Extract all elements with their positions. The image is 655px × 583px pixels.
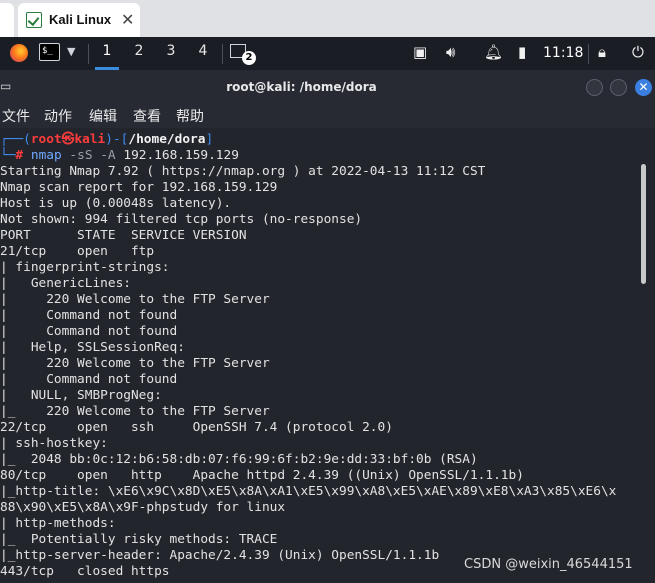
bell-icon[interactable]: 🔔︎: [484, 43, 503, 61]
prompt-user-host: root㉿kali: [30, 132, 106, 147]
network-icon[interactable]: ▣: [413, 43, 427, 61]
output-line: Starting Nmap 7.92 ( https://nmap.org ) …: [0, 164, 486, 179]
clock[interactable]: 11:18: [543, 45, 583, 61]
prompt-path: /home/dora: [128, 132, 206, 147]
output-line: 88\x90\xE5\x8A\x9F-phpstudy for linux: [0, 500, 286, 515]
browser-tab-strip: Kali Linux ✕: [0, 0, 655, 37]
chevron-down-icon[interactable]: ▼: [67, 45, 75, 58]
prompt-sep: )-[: [105, 132, 129, 147]
output-line: |_ 220 Welcome to the FTP Server: [0, 404, 270, 419]
previous-tab-edge[interactable]: [0, 3, 14, 37]
prompt-line-2: └─# nmap -sS -A 192.168.159.129: [0, 148, 239, 164]
vm-tab-icon: [26, 12, 42, 28]
output-line: 22/tcp open ssh OpenSSH 7.4 (protocol 2.…: [0, 420, 393, 435]
terminal-menu-bar: 文件 动作 编辑 查看 帮助: [0, 104, 655, 128]
output-line: Nmap scan report for 192.168.159.129: [0, 180, 278, 195]
terminal-scrollbar[interactable]: [641, 164, 646, 284]
prompt-corner: ┌──(: [0, 132, 31, 147]
power-icon[interactable]: ⏻: [632, 43, 644, 61]
lock-icon[interactable]: 🔒︎: [598, 43, 606, 61]
output-line: |_ 2048 bb:0c:12:b6:58:db:07:f6:99:6f:b2…: [0, 452, 478, 467]
prompt-close: ]: [205, 132, 214, 147]
top-panel: $_ ▼ 1 2 3 4 2 ▣ 🔊︎ 🔔︎ ▮ 11:18 🔒︎ ⏻: [0, 37, 655, 70]
task-count-badge: 2: [242, 51, 256, 65]
command-target: 192.168.159.129: [123, 148, 239, 163]
output-line: 80/tcp open http Apache httpd 2.4.39 ((U…: [0, 468, 524, 483]
workspace-3[interactable]: 3: [160, 43, 182, 59]
firefox-icon[interactable]: [10, 44, 28, 62]
workspace-2[interactable]: 2: [128, 43, 150, 59]
output-line: Not shown: 994 filtered tcp ports (no-re…: [0, 212, 363, 227]
battery-icon[interactable]: ▮: [518, 43, 526, 61]
output-line: | Command not found: [0, 308, 178, 323]
output-line: PORT STATE SERVICE VERSION: [0, 228, 247, 243]
tab-title: Kali Linux: [49, 12, 112, 27]
tab-close-icon[interactable]: ✕: [121, 10, 134, 29]
terminal-output-area[interactable]: ┌──(root㉿kali)-[/home/dora] └─# nmap -sS…: [0, 128, 655, 583]
output-line: 21/tcp open ftp: [0, 244, 155, 259]
prompt-line-1: ┌──(root㉿kali)-[/home/dora]: [0, 132, 213, 148]
menu-file[interactable]: 文件: [2, 106, 30, 126]
volume-icon[interactable]: 🔊︎: [446, 43, 455, 61]
workspace-4[interactable]: 4: [192, 43, 214, 59]
output-line: |_http-title: \xE6\x9C\x8D\xE5\x8A\xA1\x…: [0, 484, 617, 499]
terminal-icon[interactable]: $_: [39, 43, 60, 61]
output-line: |_ Potentially risky methods: TRACE: [0, 532, 278, 547]
window-title: root@kali: /home/dora: [226, 80, 377, 94]
panel-separator: [588, 44, 589, 64]
panel-separator: [222, 44, 223, 64]
command-name: nmap: [30, 148, 62, 163]
prompt-hash: #: [15, 148, 24, 163]
output-line: |_http-server-header: Apache/2.4.39 (Uni…: [0, 548, 440, 563]
command-args: -sS -A: [69, 148, 116, 163]
menu-edit[interactable]: 编辑: [89, 106, 117, 126]
menu-view[interactable]: 查看: [133, 106, 161, 126]
output-line: Host is up (0.00048s latency).: [0, 196, 232, 211]
close-button[interactable]: ✕: [635, 79, 652, 96]
output-line: | 220 Welcome to the FTP Server: [0, 292, 270, 307]
output-line: | GenericLines:: [0, 276, 131, 291]
minimize-button[interactable]: [586, 79, 603, 96]
output-line: | Command not found: [0, 324, 178, 339]
maximize-button[interactable]: [610, 79, 627, 96]
output-line: | NULL, SMBProgNeg:: [0, 388, 162, 403]
output-line: | fingerprint-strings:: [0, 260, 170, 275]
tab-kali-linux[interactable]: Kali Linux ✕: [18, 3, 140, 37]
output-line: | Help, SSLSessionReq:: [0, 340, 185, 355]
output-line: | http-methods:: [0, 516, 116, 531]
menu-help[interactable]: 帮助: [176, 106, 204, 126]
output-line: | Command not found: [0, 372, 178, 387]
output-line: 443/tcp closed https: [0, 564, 170, 579]
workspace-1[interactable]: 1: [96, 43, 118, 59]
csdn-watermark: CSDN @weixin_46544151: [464, 557, 633, 572]
taskbar-terminal-button[interactable]: 2: [228, 41, 256, 65]
menu-actions[interactable]: 动作: [44, 106, 72, 126]
output-line: | ssh-hostkey:: [0, 436, 108, 451]
prompt-prefix: └─: [0, 148, 16, 163]
output-line: | 220 Welcome to the FTP Server: [0, 356, 270, 371]
terminal-title-bar[interactable]: ▭ root@kali: /home/dora ✕: [0, 70, 655, 104]
panel-separator: [88, 44, 89, 64]
